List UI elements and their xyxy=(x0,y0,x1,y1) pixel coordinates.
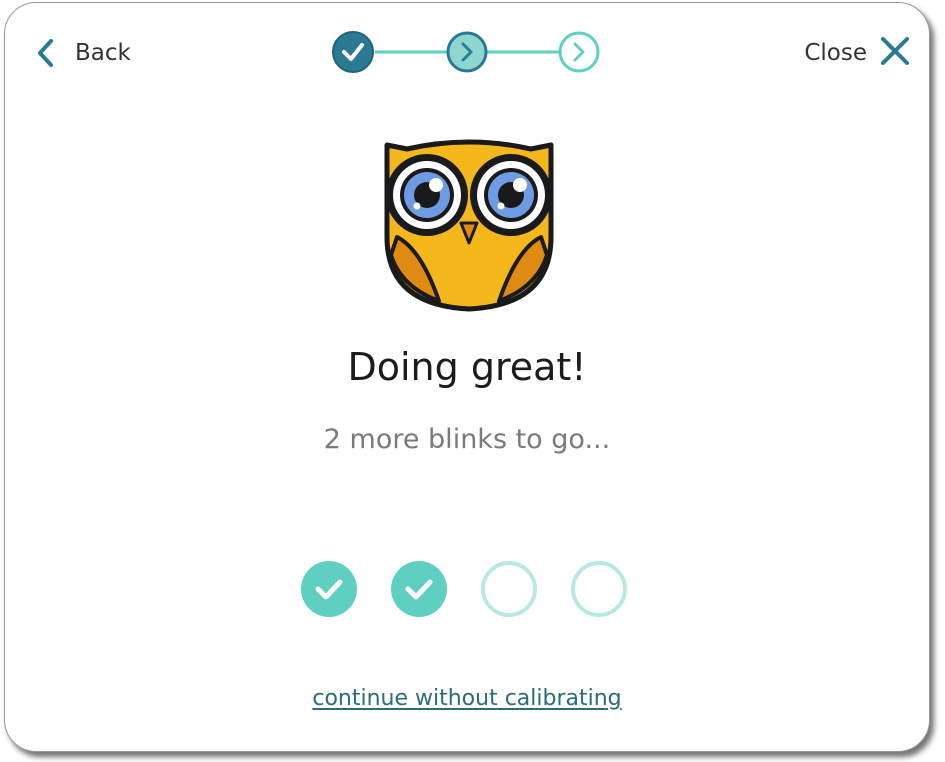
close-label: Close xyxy=(804,40,867,66)
blinks-remaining-text: 2 more blinks to go... xyxy=(323,424,611,455)
step-current-icon xyxy=(446,31,488,73)
blink-dot-pending xyxy=(571,561,627,617)
calibration-dialog: Back Close Doing great! 2 more blinks to… xyxy=(4,2,930,752)
continue-without-calibrating-link[interactable]: continue without calibrating xyxy=(5,686,929,711)
close-x-icon xyxy=(879,35,911,71)
progress-stepper xyxy=(331,30,603,78)
close-button[interactable]: Close xyxy=(804,33,911,73)
step-upcoming-icon xyxy=(558,31,600,73)
blink-dot-pending xyxy=(481,561,537,617)
chevron-left-icon xyxy=(37,38,55,68)
blink-dot-completed xyxy=(301,561,357,617)
back-button[interactable]: Back xyxy=(37,33,131,73)
owl-icon xyxy=(381,137,557,317)
status-title: Doing great! xyxy=(347,345,587,389)
check-icon xyxy=(315,579,343,600)
back-label: Back xyxy=(75,40,131,66)
step-completed-icon xyxy=(332,31,374,73)
blink-dot-completed xyxy=(391,561,447,617)
check-icon xyxy=(405,579,433,600)
blink-progress xyxy=(301,561,627,617)
